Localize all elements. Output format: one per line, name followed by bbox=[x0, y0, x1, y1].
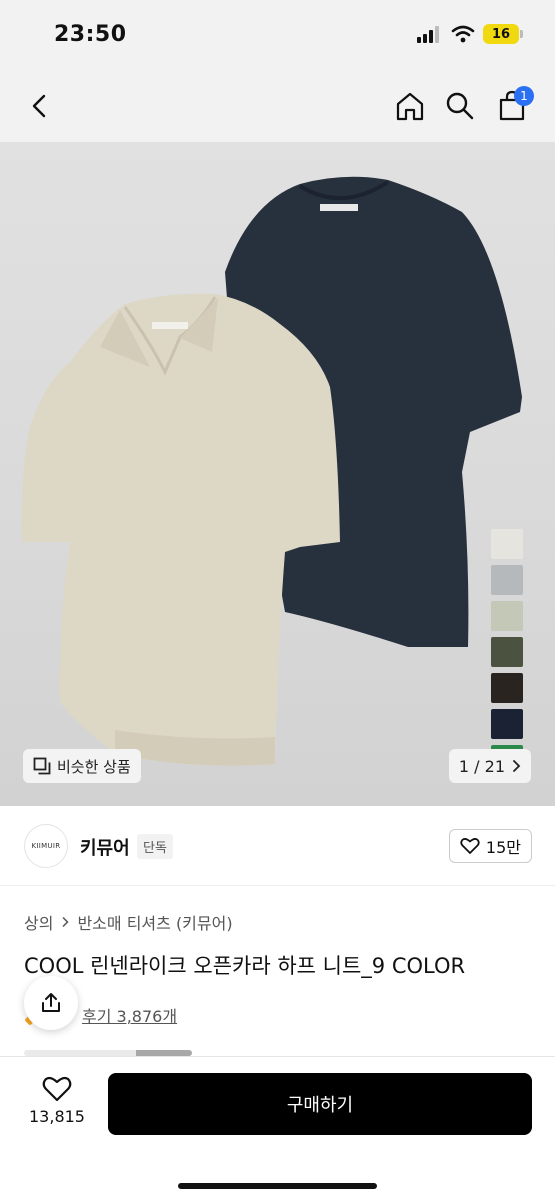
brand-name[interactable]: 키뮤어 bbox=[80, 834, 130, 860]
image-page-counter[interactable]: 1 / 21 bbox=[448, 749, 531, 783]
battery-icon: 16 bbox=[483, 24, 523, 44]
status-bar: 23:50 16 bbox=[0, 0, 555, 70]
page-counter-text: 1 / 21 bbox=[458, 756, 505, 776]
brand-row: KIIMUIR 키뮤어 단독 15만 bbox=[0, 806, 555, 886]
similar-products-button[interactable]: 비슷한 상품 bbox=[23, 749, 141, 783]
share-button[interactable] bbox=[24, 976, 78, 1030]
search-button[interactable] bbox=[438, 84, 482, 128]
wishlist-count: 13,815 bbox=[29, 1107, 85, 1126]
chevron-right-icon bbox=[62, 916, 70, 928]
chevron-right-icon bbox=[513, 760, 521, 772]
heart-icon bbox=[460, 838, 480, 854]
back-button[interactable] bbox=[18, 84, 62, 128]
cart-badge: 1 bbox=[514, 86, 534, 106]
status-time: 23:50 bbox=[54, 22, 127, 47]
share-icon bbox=[42, 993, 60, 1012]
status-icons: 16 bbox=[417, 24, 523, 44]
color-swatches bbox=[491, 529, 523, 775]
brand-like-button[interactable]: 15만 bbox=[448, 829, 532, 863]
brand-exclusive-tag: 단독 bbox=[137, 834, 173, 859]
buy-button[interactable]: 구매하기 bbox=[108, 1073, 532, 1135]
review-link[interactable]: 후기 3,876개 bbox=[82, 1003, 177, 1027]
breadcrumb: 상의 반소매 티셔츠 (키뮤어) bbox=[24, 910, 233, 934]
color-swatch[interactable] bbox=[491, 673, 523, 703]
wifi-icon bbox=[451, 25, 475, 43]
home-indicator bbox=[178, 1183, 377, 1189]
color-swatch[interactable] bbox=[491, 637, 523, 667]
brand-logo[interactable]: KIIMUIR bbox=[24, 824, 68, 868]
nav-bar: 1 bbox=[0, 70, 555, 142]
color-swatch[interactable] bbox=[491, 529, 523, 559]
product-title: COOL 린넨라이크 오픈카라 하프 니트_9 COLOR bbox=[24, 954, 466, 978]
color-swatch[interactable] bbox=[491, 709, 523, 739]
similar-products-label: 비슷한 상품 bbox=[57, 757, 131, 776]
breadcrumb-item[interactable]: 반소매 티셔츠 (키뮤어) bbox=[77, 910, 232, 934]
signal-icon bbox=[417, 26, 439, 43]
brand-like-count: 15만 bbox=[485, 838, 521, 857]
heart-icon bbox=[42, 1076, 72, 1102]
search-icon bbox=[446, 92, 474, 120]
copy-icon bbox=[33, 757, 51, 775]
product-photo bbox=[21, 176, 522, 766]
home-icon bbox=[396, 92, 424, 121]
beige-polo-shirt bbox=[21, 293, 341, 766]
wishlist-button[interactable]: 13,815 bbox=[22, 1075, 92, 1139]
color-swatch[interactable] bbox=[491, 601, 523, 631]
cart-button[interactable]: 1 bbox=[490, 84, 534, 128]
bottom-action-bar: 13,815 구매하기 bbox=[0, 1056, 555, 1200]
chevron-left-icon bbox=[32, 94, 46, 118]
product-image[interactable]: 비슷한 상품 1 / 21 bbox=[0, 142, 555, 806]
home-button[interactable] bbox=[388, 84, 432, 128]
breadcrumb-item[interactable]: 상의 bbox=[24, 910, 53, 934]
color-swatch[interactable] bbox=[491, 565, 523, 595]
